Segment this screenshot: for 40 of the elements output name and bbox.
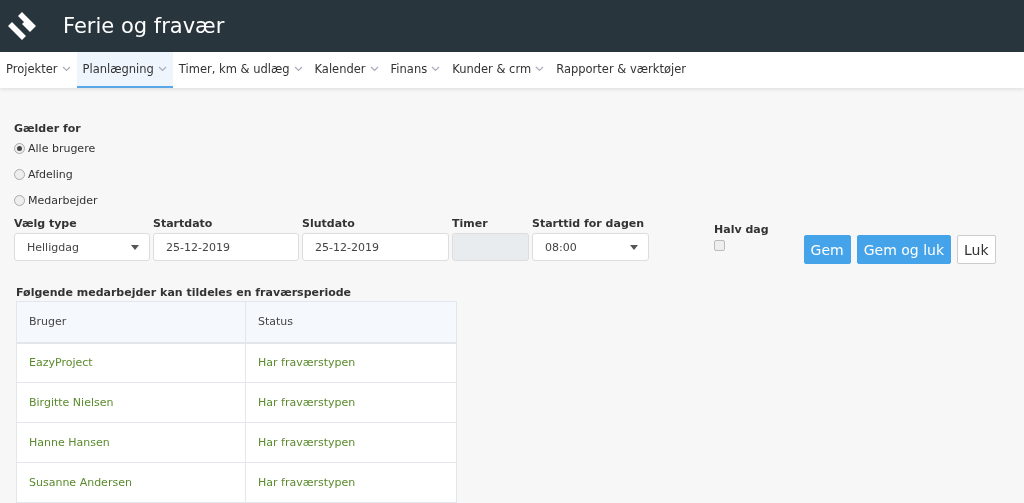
table-cell: Birgitte Nielsen — [16, 382, 246, 423]
nav-menu-item[interactable]: Kalender — [308, 52, 385, 88]
radio-button[interactable] — [14, 168, 25, 180]
radio-label: Afdeling — [28, 167, 73, 181]
table-cell: Har fraværstypen — [245, 422, 457, 463]
nav-menu-item[interactable]: Projekter — [0, 52, 77, 88]
table-cell: Susanne Andersen — [16, 462, 246, 503]
field-label: Startdato — [153, 217, 214, 230]
select-field[interactable]: Helligdag — [14, 233, 150, 261]
field-label: Vælg type — [14, 217, 78, 230]
nav-menu-item[interactable]: Kunder & crm — [446, 52, 551, 88]
table-title: Følgende medarbejder kan tildeles en fraværsperiode — [16, 286, 353, 299]
date-field[interactable]: 25-12-2019 — [153, 233, 299, 261]
table-cell: EazyProject — [16, 342, 246, 383]
radio-label: Alle brugere — [28, 141, 96, 155]
table-cell: Har fraværstypen — [245, 342, 457, 383]
nav-menu-item[interactable]: Timer, km & udlæg — [172, 52, 309, 88]
nav-menu-item[interactable]: Finans — [384, 52, 447, 88]
nav-menu-item[interactable]: Rapporter & værktøjer — [550, 52, 692, 88]
select-field[interactable]: 08:00 — [532, 233, 649, 261]
table-cell: Har fraværstypen — [245, 382, 457, 423]
field-label: Timer — [452, 217, 489, 230]
column-header: Status — [245, 301, 457, 343]
table-cell: Hanne Hansen — [16, 422, 246, 463]
caret-icon — [630, 244, 638, 250]
radio-label: Medarbejder — [28, 193, 98, 207]
page-title: Ferie og fravær — [63, 14, 225, 38]
radio-button[interactable] — [14, 142, 25, 154]
table-cell: Har fraværstypen — [245, 462, 457, 503]
date-field[interactable]: 25-12-2019 — [302, 233, 449, 261]
radio-button[interactable] — [14, 194, 25, 206]
field-label: Slutdato — [302, 217, 356, 230]
close-button[interactable]: Luk — [957, 235, 996, 264]
half-day-label: Halv dag — [714, 223, 769, 236]
field-label: Starttid for dagen — [532, 217, 646, 230]
column-header: Bruger — [16, 301, 246, 343]
nav-menu-item[interactable]: Planlægning — [76, 52, 173, 88]
half-day-checkbox[interactable] — [714, 240, 725, 251]
caret-icon — [131, 244, 139, 250]
applies-to-label: Gælder for — [14, 122, 82, 135]
